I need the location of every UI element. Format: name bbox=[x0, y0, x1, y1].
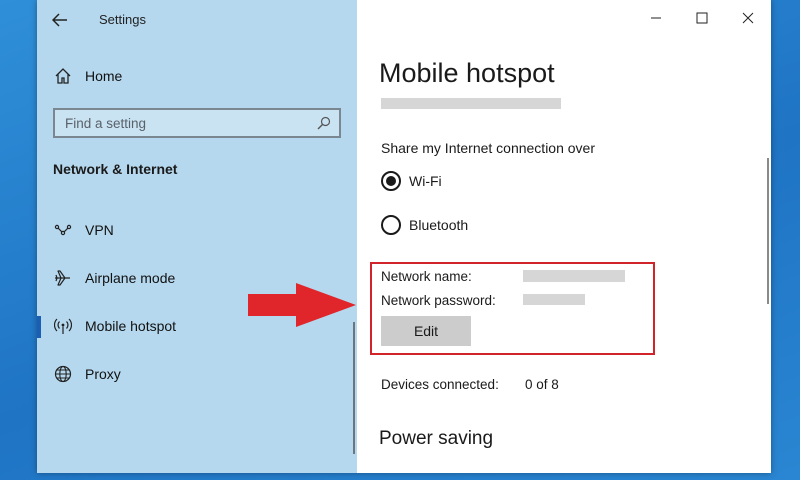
search-box[interactable] bbox=[53, 108, 341, 138]
network-name-label: Network name: bbox=[381, 269, 472, 284]
maximize-button[interactable] bbox=[679, 0, 725, 36]
sidebar-item-label: Proxy bbox=[85, 366, 121, 382]
pointer-arrow-icon bbox=[248, 283, 356, 327]
devices-connected-label: Devices connected: bbox=[381, 377, 499, 392]
radio-label: Wi-Fi bbox=[409, 173, 442, 189]
redacted-description bbox=[381, 98, 561, 109]
radio-selected-dot bbox=[386, 176, 396, 186]
hotspot-icon bbox=[53, 316, 73, 336]
sidebar-item-label: Mobile hotspot bbox=[85, 318, 177, 334]
settings-window: Settings Home Network & Internet bbox=[37, 0, 771, 473]
sidebar-item-label: Airplane mode bbox=[85, 270, 176, 286]
radio-button[interactable] bbox=[381, 215, 401, 235]
sidebar-item-label: VPN bbox=[85, 222, 114, 238]
content-scrollbar[interactable] bbox=[767, 158, 769, 304]
radio-bluetooth[interactable]: Bluetooth bbox=[381, 214, 468, 236]
airplane-icon bbox=[53, 268, 73, 288]
globe-icon bbox=[53, 364, 73, 384]
back-button[interactable] bbox=[47, 8, 73, 32]
sidebar-item-proxy[interactable]: Proxy bbox=[37, 350, 357, 398]
maximize-icon bbox=[696, 12, 708, 24]
content-pane: Mobile hotspot Share my Internet connect… bbox=[357, 0, 771, 473]
close-icon bbox=[742, 12, 754, 24]
sidebar: Settings Home Network & Internet bbox=[37, 0, 357, 473]
power-saving-heading: Power saving bbox=[379, 428, 494, 449]
search-icon[interactable] bbox=[317, 116, 331, 130]
share-connection-label: Share my Internet connection over bbox=[381, 140, 596, 156]
section-heading: Network & Internet bbox=[53, 161, 178, 177]
window-controls bbox=[633, 0, 771, 36]
sidebar-scrollbar[interactable] bbox=[353, 322, 355, 454]
radio-wifi[interactable]: Wi-Fi bbox=[381, 170, 442, 192]
vpn-icon bbox=[53, 220, 73, 240]
title-bar: Settings bbox=[37, 0, 357, 40]
radio-label: Bluetooth bbox=[409, 217, 469, 233]
back-arrow-icon bbox=[52, 13, 67, 27]
sidebar-item-label: Home bbox=[85, 68, 123, 84]
sidebar-item-vpn[interactable]: VPN bbox=[37, 206, 357, 254]
close-button[interactable] bbox=[725, 0, 771, 36]
search-input[interactable] bbox=[65, 115, 305, 131]
network-password-label: Network password: bbox=[381, 293, 496, 308]
minimize-icon bbox=[651, 17, 661, 19]
edit-button[interactable]: Edit bbox=[381, 316, 471, 346]
devices-connected-value: 0 of 8 bbox=[525, 377, 559, 392]
minimize-button[interactable] bbox=[633, 0, 679, 36]
home-icon bbox=[53, 66, 73, 86]
app-title: Settings bbox=[99, 12, 146, 27]
redacted-network-password bbox=[523, 294, 585, 305]
radio-button[interactable] bbox=[381, 171, 401, 191]
redacted-network-name bbox=[523, 270, 625, 282]
sidebar-item-home[interactable]: Home bbox=[53, 64, 333, 88]
page-title: Mobile hotspot bbox=[379, 58, 555, 88]
